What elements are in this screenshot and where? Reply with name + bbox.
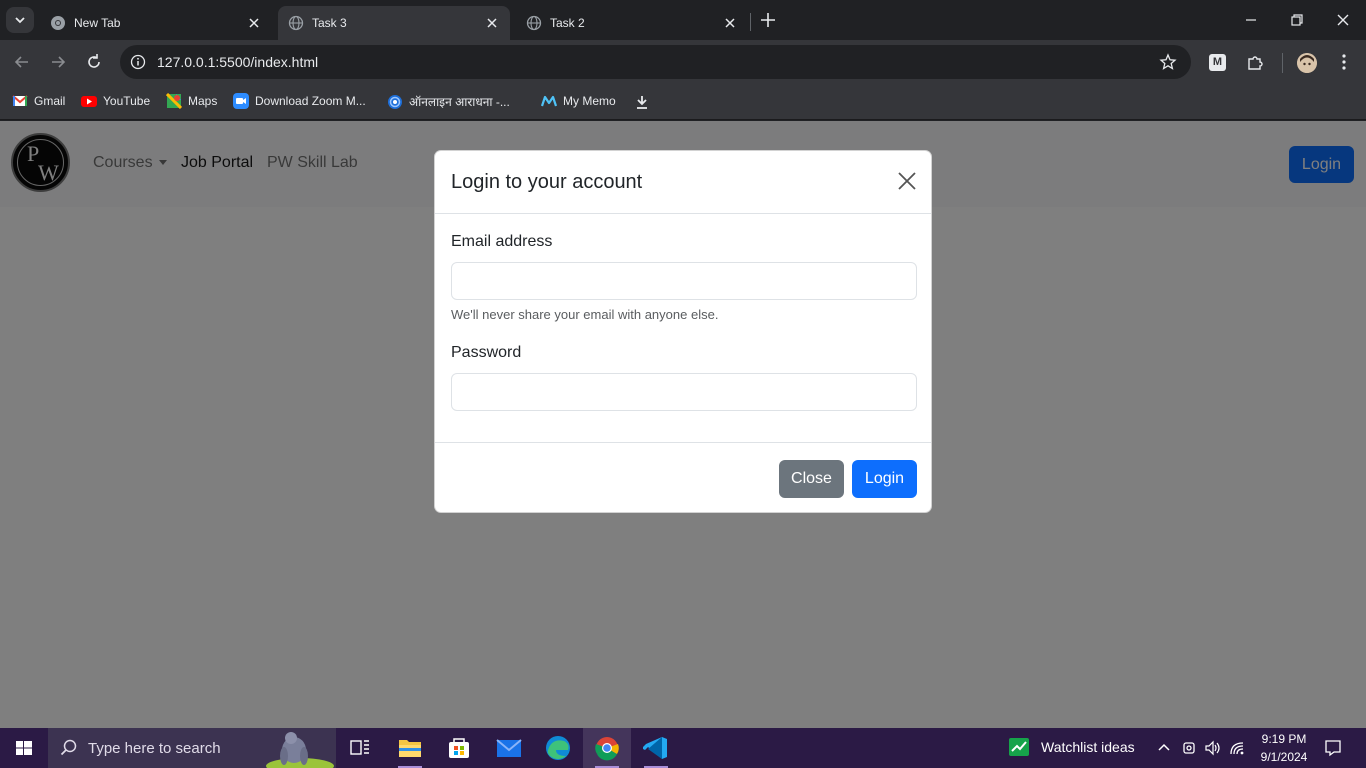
modal-header: Login to your account	[435, 151, 931, 214]
start-button[interactable]	[0, 728, 48, 768]
bookmark-zoom[interactable]: Download Zoom M...	[233, 93, 366, 109]
extension-m-icon[interactable]: M	[1209, 54, 1226, 71]
minimize-icon[interactable]	[1241, 10, 1261, 30]
task-view-icon	[350, 740, 369, 755]
tab-separator	[750, 13, 751, 31]
bookmark-label: Gmail	[34, 94, 66, 108]
toolbar-divider	[1282, 53, 1283, 73]
folder-icon	[399, 740, 421, 757]
bookmark-gmail[interactable]: Gmail	[12, 93, 65, 109]
notification-icon[interactable]	[1324, 739, 1342, 757]
tab-title: New Tab	[74, 16, 121, 30]
bookmarks-bar: Gmail YouTube Maps Download Zoom M... ऑन…	[0, 85, 1366, 120]
globe-icon	[526, 15, 542, 31]
taskbar-time[interactable]: 9:19 PM	[1252, 732, 1316, 746]
bookmark-label: My Memo	[563, 94, 616, 108]
password-label: Password	[451, 344, 522, 361]
globe-icon	[288, 15, 304, 31]
back-arrow-icon[interactable]	[12, 52, 32, 72]
profile-avatar[interactable]	[1297, 53, 1317, 73]
close-icon[interactable]	[484, 15, 500, 31]
meet-now-icon[interactable]	[1181, 740, 1197, 756]
zoom-icon	[233, 93, 249, 109]
password-field[interactable]	[451, 373, 917, 411]
youtube-icon	[81, 96, 97, 107]
windows-taskbar: Type here to search Watchlist ideas 9:19…	[0, 728, 1366, 768]
tab-search-button[interactable]	[6, 7, 34, 33]
show-hidden-icons-chevron-icon[interactable]	[1157, 741, 1171, 755]
stocks-chart-icon	[1009, 738, 1029, 756]
taskbar-search-box[interactable]: Type here to search	[48, 728, 336, 768]
store-icon	[449, 738, 469, 758]
volume-icon[interactable]	[1204, 740, 1222, 756]
taskbar-widget[interactable]: Watchlist ideas	[1008, 737, 1135, 757]
taskbar-mail[interactable]	[485, 728, 533, 768]
mail-icon	[496, 739, 522, 757]
edge-icon	[546, 736, 570, 760]
taskbar-file-explorer[interactable]	[386, 728, 434, 768]
maps-icon	[166, 93, 182, 109]
bookmark-star-icon[interactable]	[1159, 53, 1177, 71]
search-icon	[60, 739, 77, 756]
bookmark-youtube[interactable]: YouTube	[81, 93, 150, 109]
restore-icon[interactable]	[1287, 10, 1307, 30]
gmail-icon	[12, 95, 28, 106]
email-field[interactable]	[451, 262, 917, 300]
windows-logo-icon	[16, 741, 32, 755]
bookmark-label: YouTube	[103, 94, 151, 108]
taskbar-task-view[interactable]	[336, 728, 384, 768]
tab-strip: New Tab Task 3 Task 2	[0, 0, 1366, 40]
bookmark-label: Download Zoom M...	[255, 94, 366, 108]
login-modal: Login to your account Email address We'l…	[434, 150, 932, 513]
reload-icon[interactable]	[84, 52, 104, 72]
modal-title: Login to your account	[451, 171, 643, 193]
tab-title: Task 2	[550, 16, 585, 30]
tab-title: Task 3	[312, 16, 347, 30]
gorilla-illustration-icon	[266, 732, 334, 768]
taskbar-vscode[interactable]	[632, 728, 680, 768]
site-info-icon[interactable]	[130, 54, 146, 70]
email-label: Email address	[451, 233, 553, 250]
vscode-icon	[643, 737, 667, 759]
taskbar-edge[interactable]	[534, 728, 582, 768]
search-placeholder: Type here to search	[88, 740, 221, 757]
page-viewport: P W Courses Job Portal PW Skill Lab Logi…	[0, 121, 1366, 728]
taskbar-store[interactable]	[435, 728, 483, 768]
wifi-icon[interactable]	[1229, 740, 1247, 756]
new-tab-plus-icon[interactable]	[758, 10, 778, 30]
taskbar-chrome[interactable]	[583, 728, 631, 768]
chrome-icon	[51, 16, 65, 30]
tab-task-3[interactable]: Task 3	[278, 6, 510, 40]
avatar-icon	[1297, 53, 1317, 73]
close-icon[interactable]	[722, 15, 738, 31]
browser-toolbar: 127.0.0.1:5500/index.html M	[0, 40, 1366, 85]
download-icon[interactable]	[635, 94, 649, 110]
bookmark-label: ऑनलाइन आराधना -...	[409, 95, 510, 109]
address-bar[interactable]: 127.0.0.1:5500/index.html	[120, 45, 1191, 79]
bookmark-online-aradhana[interactable]: ऑनलाइन आराधना -...	[387, 93, 510, 110]
close-icon[interactable]	[897, 171, 917, 191]
window-close-icon[interactable]	[1333, 10, 1353, 30]
more-menu-icon[interactable]	[1334, 52, 1354, 72]
tab-new-tab[interactable]: New Tab	[40, 6, 272, 40]
mymemo-icon	[541, 95, 557, 107]
taskbar-date[interactable]: 9/1/2024	[1252, 750, 1316, 764]
email-help-text: We'll never share your email with anyone…	[451, 307, 719, 322]
bookmark-label: Maps	[188, 94, 218, 108]
chrome-icon	[595, 737, 619, 761]
tab-task-2[interactable]: Task 2	[516, 6, 748, 40]
globe-icon	[388, 94, 402, 109]
url-text[interactable]: 127.0.0.1:5500/index.html	[157, 54, 318, 70]
extensions-puzzle-icon[interactable]	[1245, 53, 1265, 73]
bookmark-my-memo[interactable]: My Memo	[541, 93, 616, 109]
login-button[interactable]: Login	[852, 460, 917, 498]
widget-text: Watchlist ideas	[1041, 739, 1135, 755]
close-button[interactable]: Close	[779, 460, 844, 498]
modal-footer: Close Login	[435, 442, 931, 513]
bookmark-maps[interactable]: Maps	[166, 93, 217, 109]
close-icon[interactable]	[246, 15, 262, 31]
forward-arrow-icon[interactable]	[48, 52, 68, 72]
chevron-down-icon	[15, 17, 25, 24]
